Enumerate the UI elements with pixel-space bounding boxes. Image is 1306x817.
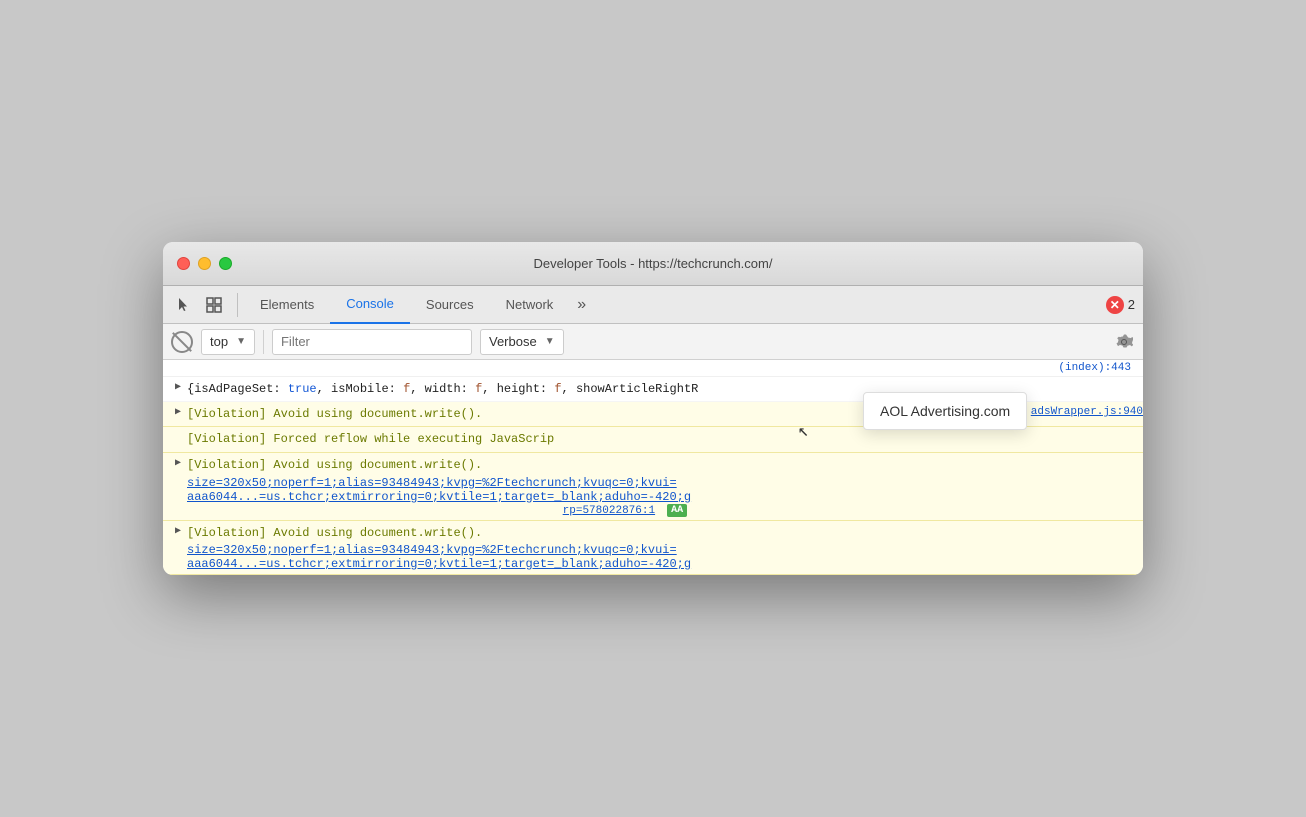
console-row-2[interactable]: ▶ [Violation] Avoid using document.write… xyxy=(163,402,1143,427)
index-link-row: (index):443 xyxy=(163,360,1143,377)
expand-icon-2[interactable]: ▶ xyxy=(171,405,185,418)
expand-icon-5[interactable]: ▶ xyxy=(171,524,185,537)
console-link-4c[interactable]: aaa6044...=us.tchcr;extmirroring=0;kvtil… xyxy=(187,490,691,504)
tab-console[interactable]: Console xyxy=(330,286,410,324)
console-toolbar: top ▼ Verbose ▼ xyxy=(163,324,1143,360)
title-bar: Developer Tools - https://techcrunch.com… xyxy=(163,242,1143,286)
error-badge[interactable]: ✕ 2 xyxy=(1106,296,1135,314)
console-row-5[interactable]: ▶ [Violation] Avoid using document.write… xyxy=(163,521,1143,575)
console-link-5c[interactable]: aaa6044...=us.tchcr;extmirroring=0;kvtil… xyxy=(187,557,691,571)
settings-button[interactable] xyxy=(1113,331,1135,353)
close-button[interactable] xyxy=(177,257,190,270)
file-ref-4[interactable]: rp=578022876:1 xyxy=(563,504,655,517)
tab-separator xyxy=(237,293,238,317)
error-icon: ✕ xyxy=(1106,296,1124,314)
inspect-icon[interactable] xyxy=(201,292,227,318)
traffic-lights xyxy=(177,257,232,270)
expand-icon-4[interactable]: ▶ xyxy=(171,456,185,469)
tab-more-button[interactable]: » xyxy=(569,286,594,324)
console-row-3[interactable]: [Violation] Forced reflow while executin… xyxy=(163,427,1143,453)
verbose-chevron-icon: ▼ xyxy=(545,336,555,347)
tab-elements[interactable]: Elements xyxy=(244,286,330,324)
index-link[interactable]: (index):443 xyxy=(1058,362,1131,374)
console-link-4b[interactable]: size=320x50;noperf=1;alias=93484943;kvpg… xyxy=(187,476,677,490)
console-text-4a: [Violation] Avoid using document.write()… xyxy=(187,456,482,475)
expand-icon-1[interactable]: ▶ xyxy=(171,380,185,393)
console-output: (index):443 ▶ {isAdPageSet: true, isMobi… xyxy=(163,360,1143,575)
clear-console-button[interactable] xyxy=(171,331,193,353)
window-title: Developer Tools - https://techcrunch.com… xyxy=(534,256,773,271)
no-entry-icon xyxy=(171,331,193,353)
tab-sources[interactable]: Sources xyxy=(410,286,490,324)
maximize-button[interactable] xyxy=(219,257,232,270)
console-text-5a: [Violation] Avoid using document.write()… xyxy=(187,524,482,543)
cursor-icon[interactable] xyxy=(171,292,197,318)
context-dropdown[interactable]: top ▼ xyxy=(201,329,255,355)
minimize-button[interactable] xyxy=(198,257,211,270)
log-level-dropdown[interactable]: Verbose ▼ xyxy=(480,329,564,355)
error-count: 2 xyxy=(1128,297,1135,312)
console-link-5b[interactable]: size=320x50;noperf=1;alias=93484943;kvpg… xyxy=(187,543,677,557)
chevron-down-icon: ▼ xyxy=(236,336,246,347)
source-link-2[interactable]: adsWrapper.js:940 xyxy=(1031,405,1143,418)
aa-badge-4: AA xyxy=(667,504,687,517)
aa-tooltip: AOL Advertising.com xyxy=(863,392,1027,430)
filter-input[interactable] xyxy=(272,329,472,355)
console-row-4[interactable]: ▶ [Violation] Avoid using document.write… xyxy=(163,453,1143,520)
devtools-window: Developer Tools - https://techcrunch.com… xyxy=(163,242,1143,575)
console-text-3: [Violation] Forced reflow while executin… xyxy=(187,430,554,449)
tab-bar-right: ✕ 2 xyxy=(1106,296,1135,314)
toolbar-divider xyxy=(263,330,264,354)
tab-bar: Elements Console Sources Network » ✕ 2 xyxy=(163,286,1143,324)
tab-network[interactable]: Network xyxy=(490,286,570,324)
